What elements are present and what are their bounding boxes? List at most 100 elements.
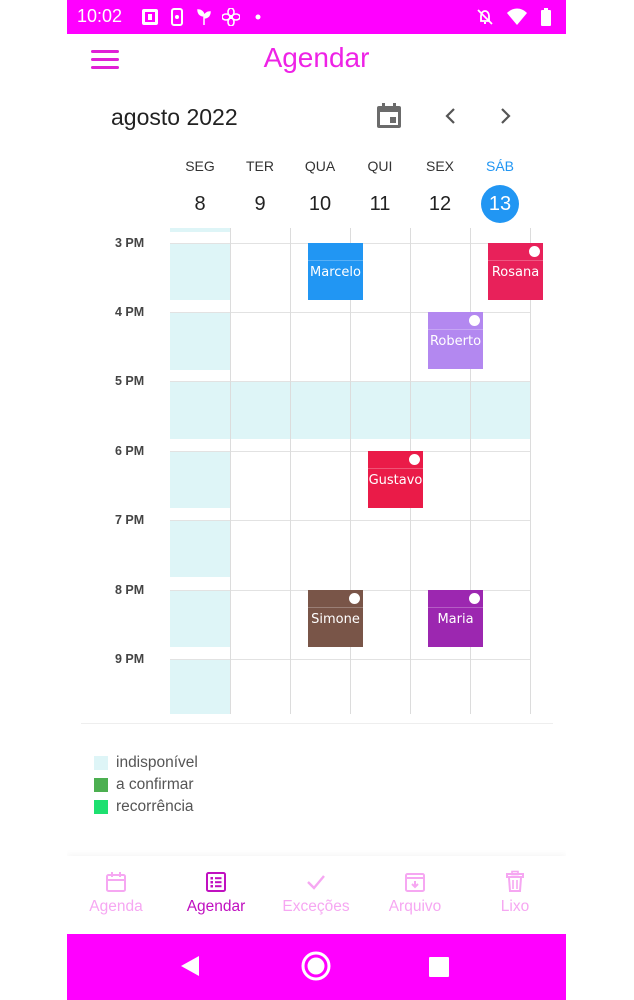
status-system-icons (476, 8, 552, 26)
legend-swatch (94, 756, 108, 770)
unavailable-slot (170, 228, 230, 232)
nav-item-lixo[interactable]: Lixo (475, 870, 555, 916)
next-week-button[interactable] (493, 104, 517, 128)
day-header-2[interactable]: TER 9 (230, 158, 290, 223)
legend: indisponível a confirmar recorrência (94, 752, 198, 818)
status-dot-icon (469, 593, 480, 604)
bottom-navigation: Agenda Agendar Exceções Arquivo Lixo (67, 856, 566, 934)
calendar-today-icon[interactable] (374, 101, 404, 131)
day-column-line (530, 228, 531, 714)
archive-icon (403, 870, 427, 894)
day-header-1[interactable]: SEG 8 (170, 158, 230, 223)
more-dot-icon (249, 8, 267, 26)
legend-label: a confirmar (116, 776, 194, 793)
day-of-week-label: TER (246, 158, 274, 174)
month-label: agosto 2022 (111, 104, 238, 130)
unavailable-slot (170, 590, 230, 647)
day-of-week-label: QUA (304, 158, 336, 174)
day-of-week-label: SEX (425, 158, 454, 174)
notification-app-icon (141, 8, 159, 26)
nav-item-exceções[interactable]: Exceções (276, 870, 356, 916)
hour-label: 6 PM (115, 444, 145, 458)
unavailable-slot (170, 659, 230, 714)
status-dot-icon (409, 454, 420, 465)
recents-square-icon (429, 957, 449, 977)
day-number: 9 (254, 193, 266, 215)
appointment-name: Maria (437, 612, 474, 627)
system-navigation-bar (67, 934, 566, 1000)
phone-screen: 10:02 Agendar agosto 2022 SEG 8 TER 9 QU… (67, 0, 566, 1000)
divider (81, 723, 553, 724)
calendar-icon (104, 870, 128, 894)
unavailable-slot (170, 243, 230, 300)
day-number: 11 (369, 193, 391, 215)
recents-button[interactable] (428, 956, 450, 982)
home-button[interactable] (300, 950, 332, 986)
hour-label: 9 PM (115, 652, 145, 666)
hour-label: 3 PM (115, 236, 145, 250)
page-title: Agendar (263, 42, 370, 73)
appointment-name: Marcelo (310, 265, 361, 280)
legend-item: recorrência (94, 796, 198, 818)
battery-icon (541, 8, 551, 26)
list-icon (204, 870, 228, 894)
appointment-simone[interactable]: Simone (308, 590, 363, 647)
unavailable-slot (170, 313, 230, 370)
nav-item-label: Lixo (500, 898, 530, 915)
day-of-week-label: SEG (185, 158, 215, 174)
nav-item-label: Agenda (89, 898, 143, 915)
appointment-name: Simone (311, 612, 360, 627)
day-header-5[interactable]: SEX 12 (410, 158, 470, 223)
nav-item-label: Agendar (186, 898, 246, 915)
appointment-roberto[interactable]: Roberto (428, 312, 483, 369)
status-notification-icons (141, 8, 267, 26)
appointment-name: Roberto (429, 334, 482, 349)
day-number: 8 (194, 193, 206, 215)
status-bar: 10:02 (67, 0, 566, 34)
nav-item-agenda[interactable]: Agenda (76, 870, 156, 916)
nav-item-label: Arquivo (388, 898, 442, 915)
hour-label: 5 PM (115, 374, 145, 388)
week-grid[interactable]: 3 PM 4 PM 5 PM 6 PM 7 PM 8 PM 9 PM Marcelo Rosan… (67, 228, 566, 716)
day-header-6[interactable]: SÁB 13 (470, 158, 530, 223)
legend-label: indisponível (116, 754, 198, 771)
fan-notification-icon (222, 8, 240, 26)
wifi-icon (507, 8, 527, 25)
status-time: 10:02 (77, 6, 123, 26)
unavailable-slot (170, 451, 230, 508)
previous-week-button[interactable] (439, 104, 463, 128)
chevron-right-icon (501, 108, 511, 124)
day-column-line (290, 228, 291, 714)
day-number: 13 (481, 185, 519, 223)
back-button[interactable] (179, 954, 201, 982)
appointment-name: Rosana (491, 265, 540, 280)
day-number: 12 (428, 193, 452, 215)
legend-swatch (94, 778, 108, 792)
nav-item-agendar[interactable]: Agendar (176, 870, 256, 916)
appointment-gustavo[interactable]: Gustavo (368, 451, 423, 508)
status-dot-icon (529, 246, 540, 257)
plant-notification-icon (195, 8, 213, 26)
day-header-4[interactable]: QUI 11 (350, 158, 410, 223)
day-number: 10 (308, 193, 332, 215)
hour-label: 8 PM (115, 583, 145, 597)
appointment-rosana[interactable]: Rosana (488, 243, 543, 300)
appointment-name: Gustavo (368, 473, 423, 488)
day-header-3[interactable]: QUA 10 (290, 158, 350, 223)
day-of-week-label: SÁB (485, 158, 514, 174)
legend-item: a confirmar (94, 774, 198, 796)
hour-label: 4 PM (115, 305, 145, 319)
hour-label: 7 PM (115, 513, 145, 527)
status-dot-icon (469, 315, 480, 326)
appointment-marcelo[interactable]: Marcelo (308, 243, 363, 300)
nav-item-arquivo[interactable]: Arquivo (375, 870, 455, 916)
trash-icon (503, 870, 527, 894)
phone-notification-icon (168, 8, 186, 26)
day-column-line (230, 228, 231, 714)
appointment-maria[interactable]: Maria (428, 590, 483, 647)
mute-bell-icon (477, 9, 493, 25)
legend-label: recorrência (116, 798, 194, 815)
check-icon (304, 870, 328, 894)
legend-item: indisponível (94, 752, 198, 774)
back-triangle-icon (181, 956, 199, 976)
